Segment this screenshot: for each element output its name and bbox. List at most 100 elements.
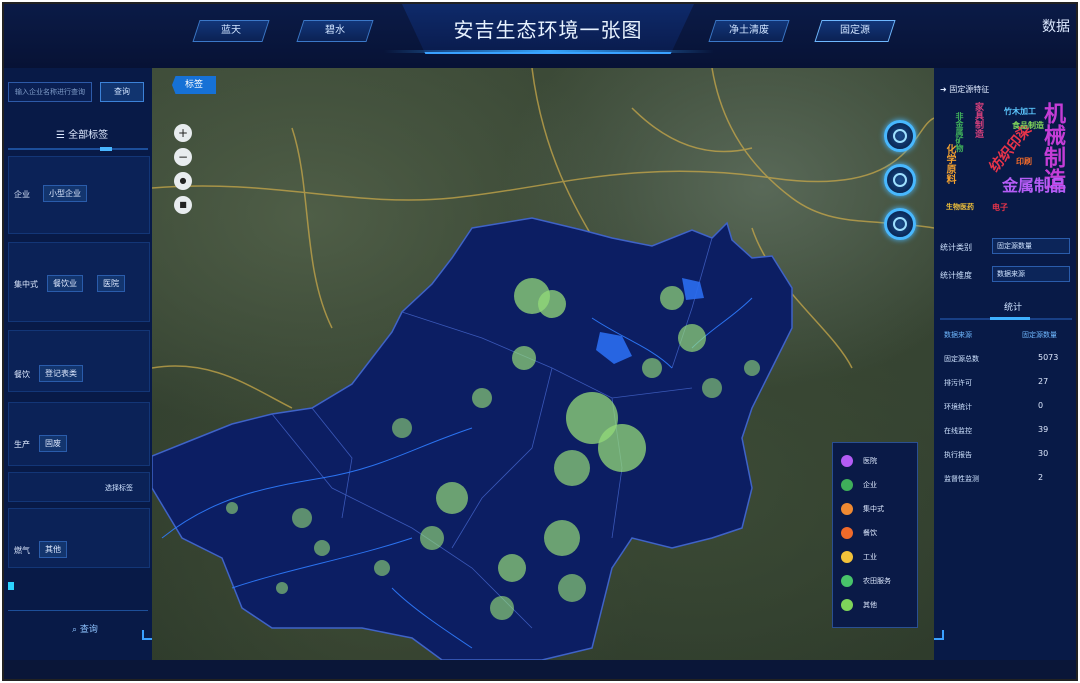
stat-row-value: 2	[1038, 473, 1044, 482]
tab-soil-waste[interactable]: 净土清废	[708, 20, 790, 42]
search-button[interactable]: 查询	[100, 82, 144, 102]
tag-chip[interactable]: 登记表类	[39, 365, 83, 382]
zoom-out-icon[interactable]: −	[174, 148, 192, 166]
stat-row-label: 在线监控	[944, 427, 972, 435]
zoom-in-icon[interactable]: +	[174, 124, 192, 142]
header: 蓝天 碧水 安吉生态环境一张图 净土清废 固定源 数据	[4, 4, 1076, 68]
divider	[8, 610, 148, 611]
globe-icon[interactable]	[884, 208, 916, 240]
legend-label: 企业	[863, 481, 877, 489]
search-input[interactable]: 输入企业名称进行查询	[8, 82, 92, 102]
tab-statistics[interactable]: 统计	[1004, 300, 1022, 313]
tag-chip[interactable]: 医院	[97, 275, 125, 292]
stat-row-value: 27	[1038, 377, 1049, 386]
tab-label: 碧水	[325, 25, 345, 36]
app-frame: 蓝天 碧水 安吉生态环境一张图 净土清废 固定源 数据 输入企业名称进行查询 查…	[2, 2, 1078, 681]
stat-row-label: 环境统计	[944, 403, 972, 411]
map-canvas	[152, 68, 934, 660]
wordcloud-word: 金属制品	[1002, 176, 1067, 195]
stat-row-label: 执行报告	[944, 451, 972, 459]
tag-chip[interactable]: 固废	[39, 435, 67, 452]
header-right-text[interactable]: 数据	[1042, 16, 1070, 36]
wordcloud-word: 食品制造	[1012, 121, 1044, 130]
wordcloud-word: 电子	[992, 203, 1008, 212]
tab-label: 固定源	[840, 25, 870, 36]
industry-wordcloud: 机械制造 纺织印染 化学原料 非金属矿物 家具制造 金属制品 竹木加工 生物医药…	[942, 102, 1072, 222]
category-block: 企业 小型企业	[8, 156, 150, 234]
divider	[8, 147, 148, 151]
stat-row-label: 固定源总数	[944, 355, 979, 363]
farm-service-icon	[841, 575, 853, 587]
stat-row-value: 39	[1038, 425, 1049, 434]
legend-label: 工业	[863, 553, 877, 561]
scroll-indicator[interactable]	[8, 582, 14, 590]
query-label: 查询	[79, 625, 98, 635]
industry-icon	[841, 551, 853, 563]
filter-label: 统计类别	[940, 243, 972, 252]
tag-chip[interactable]: 餐饮	[9, 367, 35, 382]
legend-label: 餐饮	[863, 529, 877, 537]
tag-chip[interactable]: 企业	[9, 187, 35, 202]
tag-chip[interactable]: 集中式	[9, 277, 43, 292]
tag-chip[interactable]: 燃气	[9, 543, 35, 558]
query-button[interactable]: ⌕ 查询	[72, 622, 98, 635]
title-glow	[384, 50, 714, 53]
tag-chip[interactable]: 生产	[9, 437, 35, 452]
map-view[interactable]: 标签 + − ● ■ 医院 企业 集中式 餐饮 工业 农田服务 其他	[152, 68, 934, 660]
category-block: 生产 固废	[8, 402, 150, 466]
stat-row-label: 排污许可	[944, 379, 972, 387]
stat-row-label: 监督性监测	[944, 475, 979, 483]
layers-icon[interactable]: ■	[174, 196, 192, 214]
bottom-strip	[4, 660, 1076, 679]
legend-label: 医院	[863, 457, 877, 465]
select-tags-text[interactable]: 选择标签	[105, 483, 133, 493]
wordcloud-word: 家具制造	[973, 102, 983, 138]
centralized-icon	[841, 503, 853, 515]
tag-chip[interactable]: 餐饮业	[47, 275, 83, 292]
stat-row-value: 0	[1038, 401, 1044, 410]
right-panel: ➜ 固定源特征 机械制造 纺织印染 化学原料 非金属矿物 家具制造 金属制品 竹…	[934, 68, 1076, 668]
wordcloud-word: 印刷	[1016, 157, 1032, 166]
category-block: 餐饮 登记表类	[8, 330, 150, 392]
tab-fixed-source[interactable]: 固定源	[814, 20, 896, 42]
layer-switch-icon[interactable]	[884, 120, 916, 152]
tab-clear-water[interactable]: 碧水	[296, 20, 374, 42]
page-title: 安吉生态环境一张图	[453, 18, 643, 42]
enterprise-icon	[841, 479, 853, 491]
search-icon: ⌕	[72, 625, 78, 635]
other-icon	[841, 599, 853, 611]
tag-chip[interactable]: 其他	[39, 541, 67, 558]
tab-label: 净土清废	[729, 25, 769, 36]
panel-title-text: 固定源特征	[949, 85, 990, 94]
layer-tag-button[interactable]: 标签	[172, 76, 216, 94]
legend-label: 其他	[863, 601, 877, 609]
category-block: 集中式 餐饮业 医院	[8, 242, 150, 322]
tab-blue-sky[interactable]: 蓝天	[192, 20, 270, 42]
category-block: 燃气 其他	[8, 508, 150, 568]
divider	[940, 317, 1072, 320]
locate-icon[interactable]: ●	[174, 172, 192, 190]
stat-header: 固定源数量	[1022, 331, 1057, 339]
legend-label: 农田服务	[863, 577, 891, 585]
frame-corner	[142, 630, 152, 640]
frame-corner	[934, 630, 944, 640]
catering-icon	[841, 527, 853, 539]
left-panel: 输入企业名称进行查询 查询 ☰ 全部标签 企业 小型企业 集中式 餐饮业 医院 …	[4, 68, 152, 668]
tag-chip[interactable]: 小型企业	[43, 185, 87, 202]
category-block: 选择标签	[8, 472, 150, 502]
all-tags-label[interactable]: ☰ 全部标签	[56, 126, 108, 141]
all-tags-text: 全部标签	[68, 130, 109, 141]
filter-label: 统计维度	[940, 271, 972, 280]
stat-row-value: 5073	[1038, 353, 1059, 362]
legend-label: 集中式	[863, 505, 884, 513]
wordcloud-word: 竹木加工	[1004, 107, 1036, 116]
map-legend: 医院 企业 集中式 餐饮 工业 农田服务 其他	[832, 442, 918, 628]
stat-dimension-select[interactable]: 数据来源	[992, 266, 1070, 282]
stat-category-select[interactable]: 固定源数量	[992, 238, 1070, 254]
stat-header: 数据来源	[944, 331, 972, 339]
wordcloud-word: 非金属矿物	[955, 112, 964, 152]
panel-title: ➜ 固定源特征	[940, 85, 990, 94]
wordcloud-word: 生物医药	[946, 203, 974, 211]
measure-icon[interactable]	[884, 164, 916, 196]
hospital-icon	[841, 455, 853, 467]
